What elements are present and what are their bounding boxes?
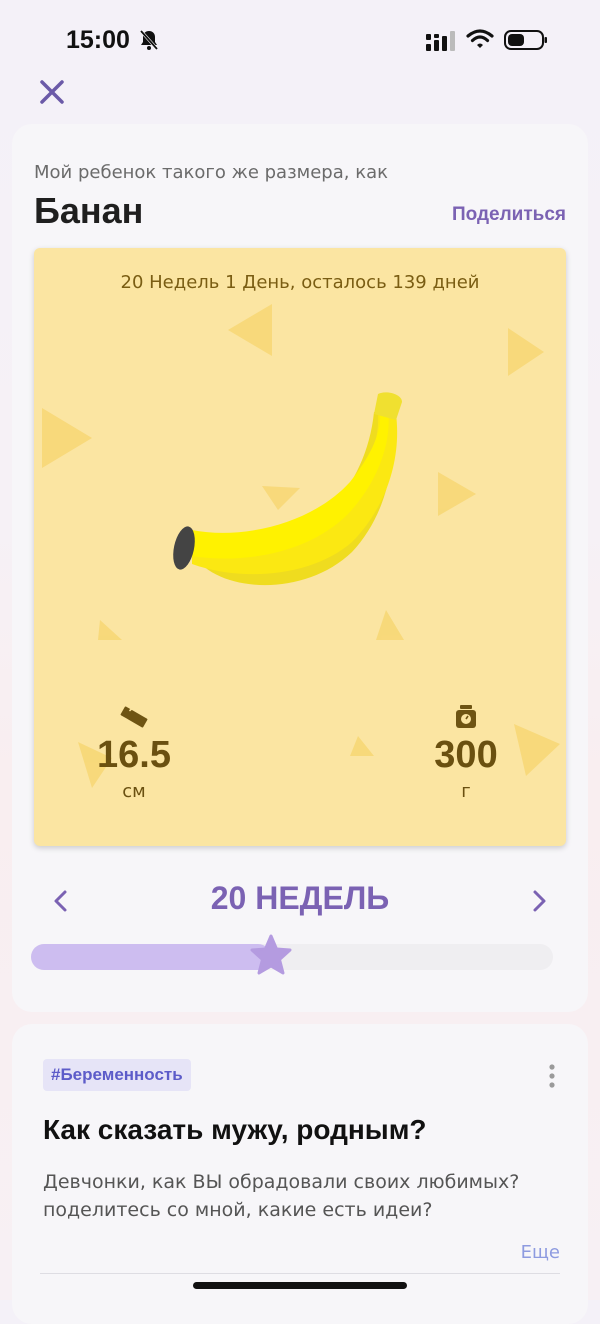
home-indicator[interactable] xyxy=(193,1282,407,1289)
length-value: 16.5 xyxy=(97,734,171,776)
divider xyxy=(40,1273,560,1274)
share-button[interactable]: Поделиться xyxy=(452,204,566,226)
read-more-link[interactable]: Еще xyxy=(521,1242,560,1263)
wifi-icon xyxy=(466,29,494,48)
fruit-illustration-box: 16.5 см 300 г 20 Недель 1 День, осталось… xyxy=(34,248,566,846)
status-bar: 15:00 xyxy=(0,0,600,80)
signal-icon xyxy=(426,31,455,51)
weight-measure: 300 г xyxy=(418,704,514,802)
post-card[interactable]: #Беременность Как сказать мужу, родным? … xyxy=(12,1024,588,1324)
more-vertical-icon[interactable] xyxy=(542,1062,562,1090)
star-slider-thumb-icon[interactable] xyxy=(249,934,293,978)
ruler-icon xyxy=(120,706,148,728)
post-body: Девчонки, как ВЫ обрадовали своих любимы… xyxy=(43,1171,520,1221)
battery-icon xyxy=(504,30,547,50)
status-time: 15:00 xyxy=(66,26,130,54)
scale-icon xyxy=(456,705,476,728)
length-unit: см xyxy=(122,781,146,802)
week-info: 20 Недель 1 День, осталось 139 дней xyxy=(120,272,480,293)
post-title[interactable]: Как сказать мужу, родным? xyxy=(43,1114,427,1146)
fruit-name: Банан xyxy=(34,190,144,231)
week-navigation: 20 НЕДЕЛЬ xyxy=(12,876,588,926)
banana-illustration xyxy=(173,392,402,586)
post-tag[interactable]: #Беременность xyxy=(43,1059,191,1091)
weight-value: 300 xyxy=(434,734,498,776)
bell-slash-icon xyxy=(139,30,159,50)
length-measure: 16.5 см xyxy=(86,704,182,802)
close-icon[interactable] xyxy=(36,76,68,108)
week-slider-fill xyxy=(31,944,271,970)
chevron-right-icon[interactable] xyxy=(526,884,552,918)
size-card: Мой ребенок такого же размера, как Банан… xyxy=(12,124,588,1012)
week-slider[interactable] xyxy=(31,934,553,975)
size-subtitle: Мой ребенок такого же размера, как xyxy=(34,162,388,183)
weight-unit: г xyxy=(461,781,471,802)
week-label: 20 НЕДЕЛЬ xyxy=(210,880,390,916)
